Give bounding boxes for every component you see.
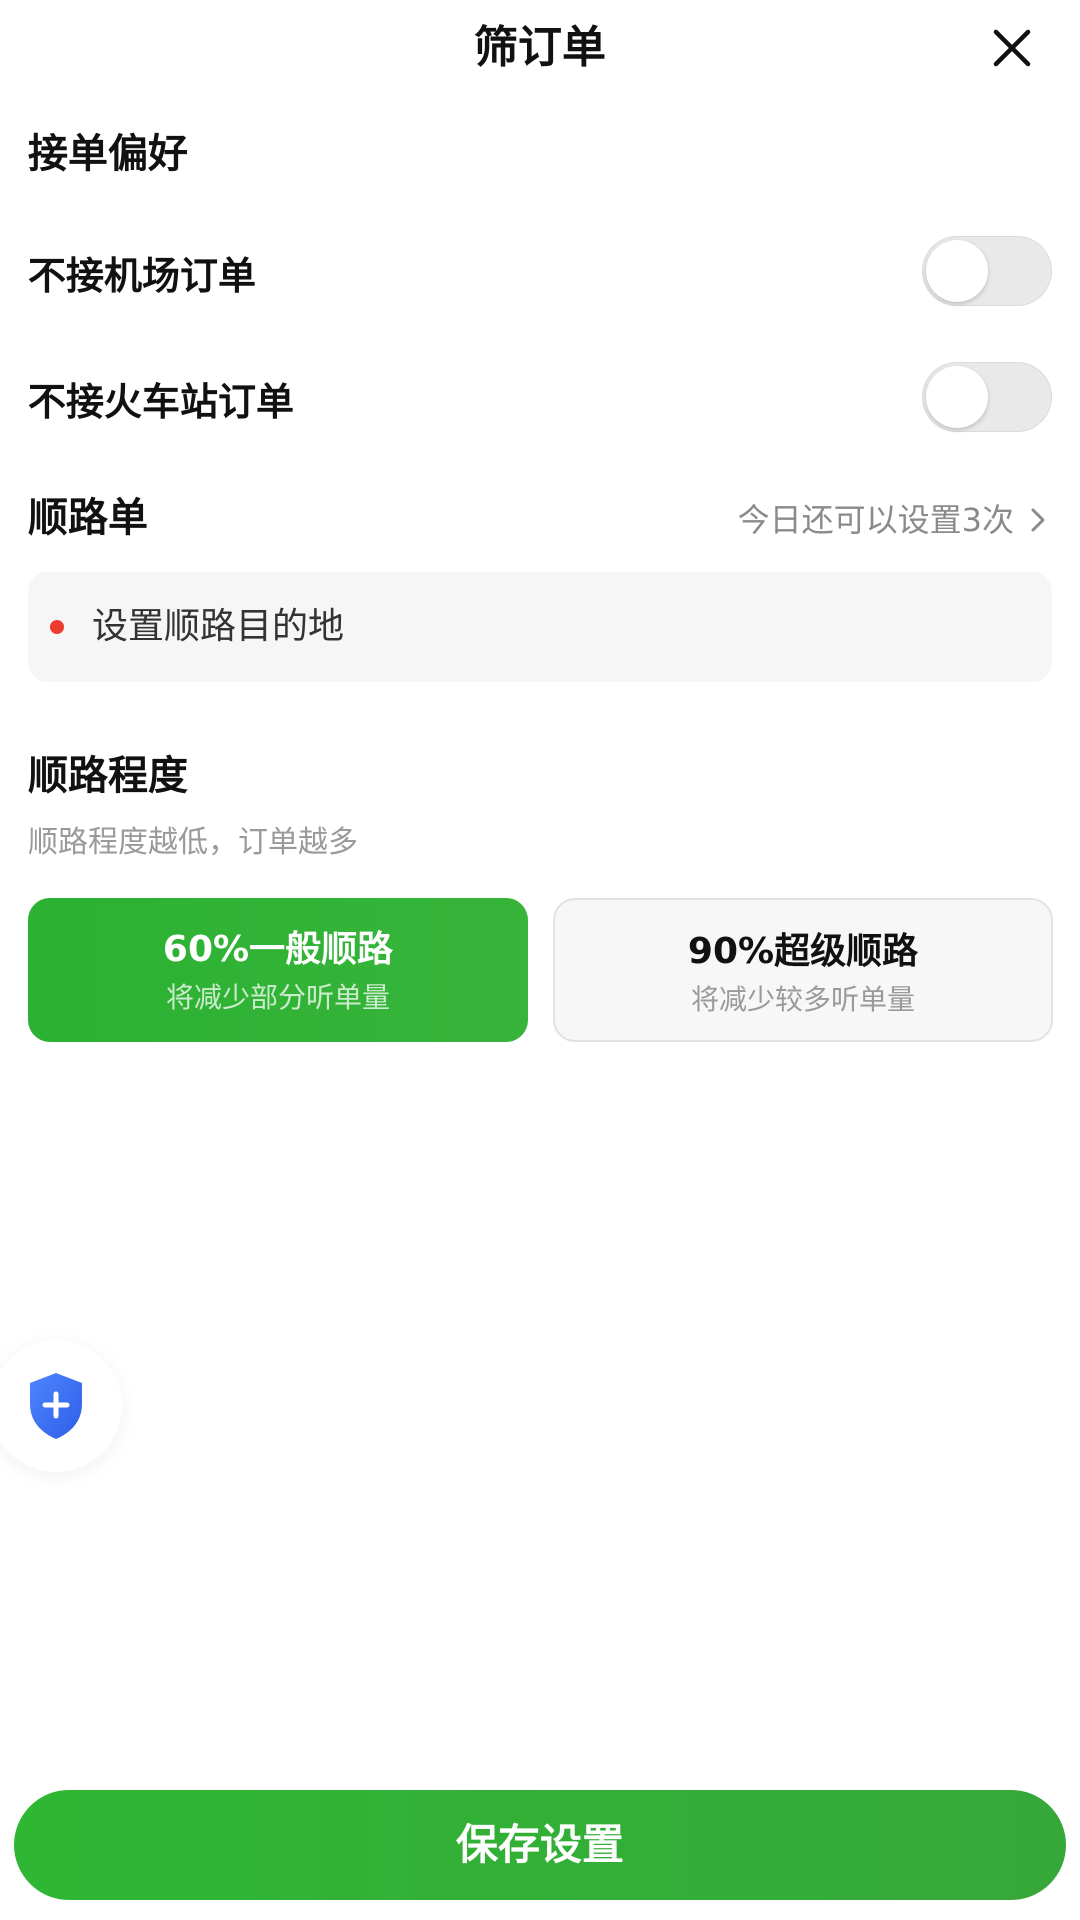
route-remaining-link[interactable]: 今日还可以设置3次	[738, 492, 1052, 548]
route-level-option-subtitle: 将减少部分听单量	[165, 981, 390, 1014]
toggle-train-station[interactable]	[922, 362, 1052, 432]
save-settings-button[interactable]: 保存设置	[14, 1790, 1066, 1900]
route-remaining-text: 今日还可以设置3次	[737, 501, 1014, 539]
save-settings-label: 保存设置	[455, 1820, 624, 1869]
filter-orders-page: 筛订单 接单偏好 不接机场订单 不接火车站订单 顺路单 今日还可以设置3次 设置…	[0, 0, 1080, 1920]
route-header: 顺路单 今日还可以设置3次	[28, 490, 1052, 550]
safety-shield-button[interactable]	[0, 1340, 122, 1472]
pref-label-train-station: 不接火车站订单	[28, 380, 295, 424]
toggle-knob	[926, 240, 988, 302]
destination-input[interactable]: 设置顺路目的地	[28, 572, 1052, 682]
pref-label-airport: 不接机场订单	[28, 254, 257, 298]
route-level-option-subtitle: 将减少较多听单量	[690, 983, 915, 1016]
preferences-title: 接单偏好	[28, 131, 188, 177]
route-level-option-name: 60%一般顺路	[162, 929, 394, 970]
close-button[interactable]	[986, 22, 1038, 74]
route-level-option-90[interactable]: 90%超级顺路 将减少较多听单量	[553, 898, 1053, 1042]
header: 筛订单	[0, 0, 1080, 96]
destination-dot-icon	[50, 620, 64, 634]
close-icon	[993, 29, 1031, 67]
pref-row-airport: 不接机场订单	[28, 236, 1052, 316]
route-level-description: 顺路程度越低，订单越多	[28, 825, 358, 860]
chevron-right-icon	[1031, 508, 1045, 532]
toggle-airport[interactable]	[922, 236, 1052, 306]
route-level-option-name: 90%超级顺路	[687, 931, 919, 972]
route-level-title: 顺路程度	[28, 753, 188, 799]
toggle-knob	[926, 366, 988, 428]
pref-row-train-station: 不接火车站订单	[28, 362, 1052, 442]
shield-plus-icon	[30, 1373, 82, 1439]
page-title: 筛订单	[474, 22, 606, 73]
route-title: 顺路单	[28, 495, 148, 541]
route-level-option-60[interactable]: 60%一般顺路 将减少部分听单量	[28, 898, 528, 1042]
destination-placeholder: 设置顺路目的地	[92, 606, 345, 647]
